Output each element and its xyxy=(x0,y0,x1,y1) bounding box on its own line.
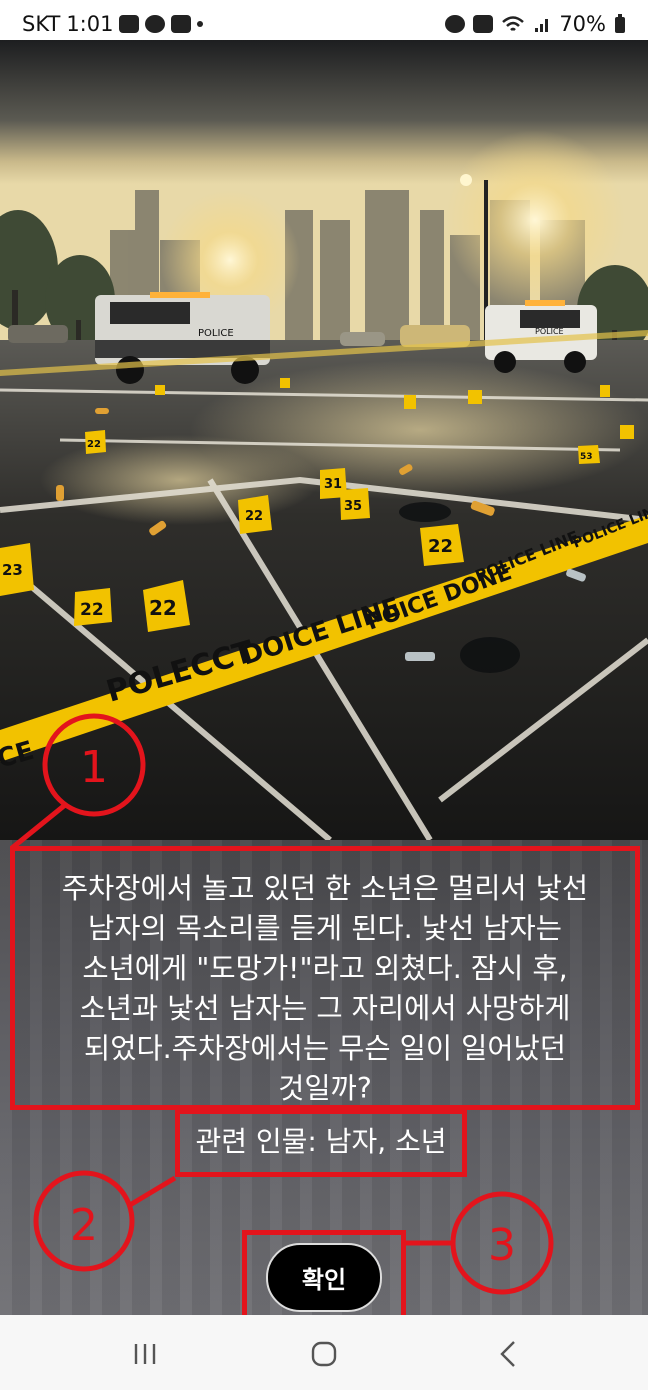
marker-7: 22 xyxy=(245,509,263,524)
marker-2: 22 xyxy=(149,596,177,620)
van-label-2: POLICE xyxy=(535,327,564,336)
recents-icon xyxy=(134,1344,156,1364)
story-text-box: 주차장에서 놀고 있던 한 소년은 멀리서 낯선 남자의 목소리를 듣게 된다.… xyxy=(10,846,640,1110)
marker-8: 53 xyxy=(580,452,593,462)
confirm-button[interactable]: 확인 xyxy=(266,1243,382,1312)
crime-scene-image: POLICE POLICE POLECCT DOICE LINE POICE D… xyxy=(0,40,648,840)
marker-1: 22 xyxy=(80,600,104,620)
story-line: 되었다.주차장에서는 무슨 일이 일어났던 xyxy=(84,1032,566,1065)
home-button[interactable] xyxy=(304,1337,344,1371)
clock: 1:01 xyxy=(66,12,114,36)
related-people-box: 관련 인물: 남자, 소년 xyxy=(175,1109,467,1177)
navigation-bar xyxy=(0,1315,648,1390)
mute-icon xyxy=(473,15,494,33)
story-line: 소년에게 "도망가!"라고 외쳤다. 잠시 후, xyxy=(82,952,568,985)
crime-scene-illustration: POLICE POLICE POLECCT DOICE LINE POICE D… xyxy=(0,40,648,840)
youtube-icon xyxy=(171,15,192,33)
home-icon xyxy=(311,1341,337,1367)
story-line: 남자의 목소리를 듣게 된다. 낯선 남자는 xyxy=(88,912,562,945)
back-button[interactable] xyxy=(488,1337,528,1371)
recents-button[interactable] xyxy=(125,1337,165,1371)
status-left: SKT 1:01 xyxy=(22,12,204,36)
marker-9: 22 xyxy=(87,439,101,450)
story-line: 소년과 낯선 남자는 그 자리에서 사망하게 xyxy=(79,992,571,1025)
talk-icon xyxy=(145,15,166,33)
back-icon xyxy=(500,1341,515,1367)
gallery-icon xyxy=(119,15,140,33)
wifi-icon xyxy=(502,16,525,31)
marker-6: 35 xyxy=(344,499,362,514)
battery-icon xyxy=(615,14,625,33)
signal-icon xyxy=(535,19,549,32)
marker-3: 22 xyxy=(428,536,453,557)
story-line: 것일까? xyxy=(278,1072,372,1105)
related-people-text: 관련 인물: 남자, 소년 xyxy=(195,1125,447,1158)
marker-4: 23 xyxy=(2,561,23,579)
notification-dot-icon xyxy=(197,21,204,27)
marker-5: 31 xyxy=(324,477,342,492)
story-line: 주차장에서 놀고 있던 한 소년은 멀리서 낯선 xyxy=(61,872,589,905)
alarm-icon xyxy=(445,15,466,33)
carrier-label: SKT xyxy=(22,12,61,36)
confirm-button-label: 확인 xyxy=(301,1266,347,1294)
battery-label: 70% xyxy=(559,12,606,36)
status-right: 70% xyxy=(445,12,626,36)
van-label-1: POLICE xyxy=(198,328,234,339)
